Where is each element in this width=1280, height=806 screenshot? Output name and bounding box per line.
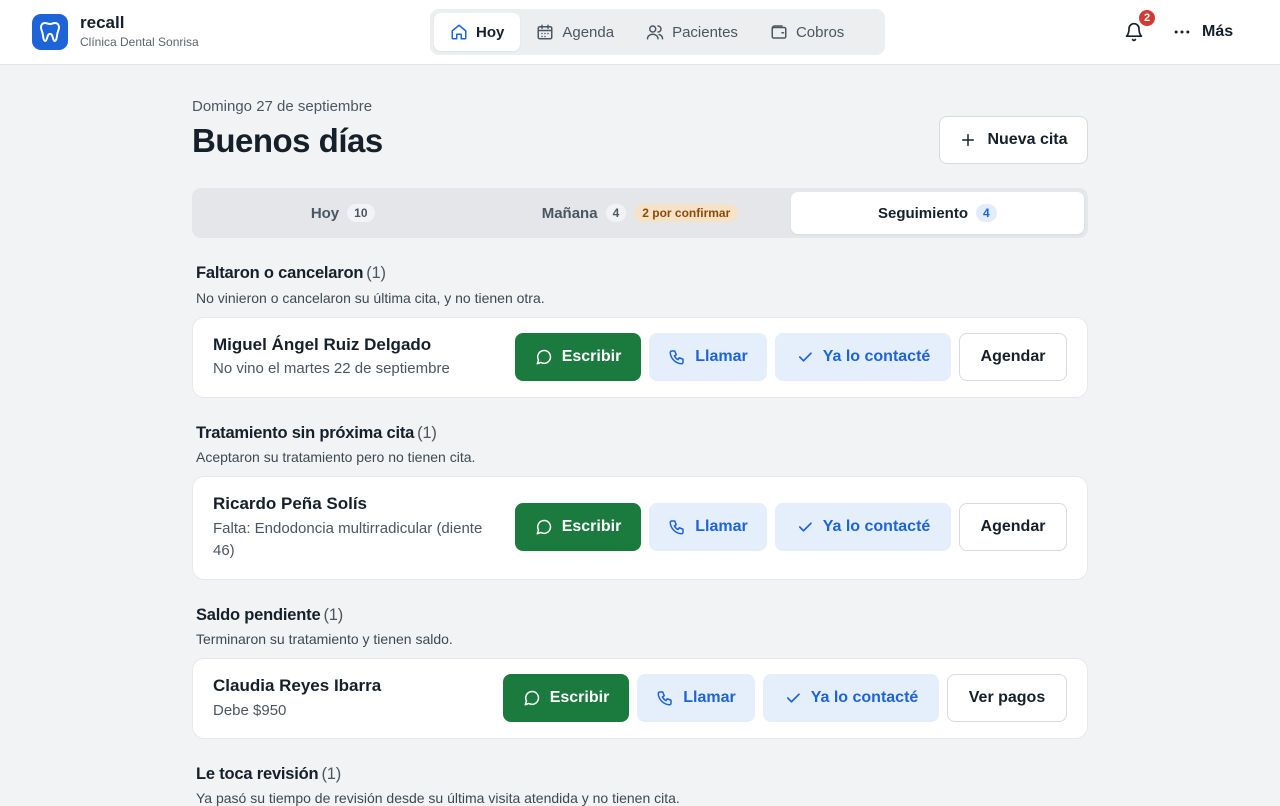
- nav-label: Agenda: [562, 23, 615, 41]
- main-nav: Hoy Agenda Pacientes Cobros: [430, 9, 885, 55]
- plus-icon: [962, 134, 975, 146]
- calendar-icon: [537, 24, 553, 40]
- section-count: (1): [366, 264, 386, 282]
- section-subtitle: Terminaron su tratamiento y tienen saldo…: [196, 631, 453, 647]
- nav-item-pacientes[interactable]: Pacientes: [630, 13, 754, 51]
- brand: recall Clínica Dental Sonrisa: [80, 13, 199, 50]
- page-title: Buenos días: [192, 122, 383, 159]
- section-title: Tratamiento sin próxima cita (1): [196, 424, 437, 442]
- phone-icon: [657, 691, 673, 706]
- section-title: Faltaron o cancelaron (1): [196, 264, 386, 282]
- home-icon: [451, 24, 467, 40]
- write-label: Escribir: [561, 348, 622, 365]
- patient-card: Miguel Ángel Ruiz Delgado No vino el mar…: [192, 317, 1088, 398]
- phone-icon: [669, 520, 685, 535]
- tab-label: Mañana: [541, 204, 598, 222]
- tab-count: 10: [347, 204, 375, 222]
- call-button[interactable]: Llamar: [649, 503, 767, 551]
- patient-detail: Debe $950: [213, 702, 287, 719]
- done-label: Ya lo contacté: [810, 689, 919, 706]
- call-label: Llamar: [695, 518, 748, 535]
- call-button[interactable]: Llamar: [649, 333, 767, 381]
- write-button[interactable]: Escribir: [515, 503, 641, 551]
- section-count: (1): [417, 424, 437, 442]
- tooth-logo-icon[interactable]: [32, 14, 68, 50]
- call-label: Llamar: [695, 348, 748, 365]
- schedule-label: Agendar: [980, 348, 1046, 365]
- tab-manana[interactable]: Mañana 4 2 por confirmar: [493, 192, 786, 234]
- top-bar: recall Clínica Dental Sonrisa Hoy Agenda…: [0, 0, 1280, 65]
- write-button[interactable]: Escribir: [515, 333, 641, 381]
- section-count: (1): [323, 606, 344, 624]
- patient-name[interactable]: Claudia Reyes Ibarra: [213, 676, 381, 696]
- phone-icon: [669, 350, 685, 365]
- mark-contacted-button[interactable]: Ya lo contacté: [775, 333, 951, 381]
- patient-card: Ricardo Peña Solís Falta: Endodoncia mul…: [192, 476, 1088, 580]
- check-icon: [798, 522, 812, 532]
- check-icon: [786, 693, 800, 703]
- more-label: Más: [1202, 23, 1234, 40]
- done-label: Ya lo contacté: [822, 348, 931, 365]
- check-icon: [798, 352, 812, 362]
- clinic-name: Clínica Dental Sonrisa: [80, 35, 199, 49]
- write-label: Escribir: [549, 689, 610, 706]
- section-title: Le toca revisión (1): [196, 765, 342, 783]
- tab-count: 4: [975, 204, 997, 222]
- tab-count: 4: [605, 204, 627, 222]
- section-subtitle: Aceptaron su tratamiento pero no tienen …: [196, 449, 476, 465]
- call-button[interactable]: Llamar: [637, 674, 755, 722]
- mark-contacted-button[interactable]: Ya lo contacté: [775, 503, 951, 551]
- more-dots-icon: [1174, 30, 1190, 34]
- view-payments-button[interactable]: Ver pagos: [947, 674, 1067, 722]
- nav-item-cobros[interactable]: Cobros: [754, 13, 860, 51]
- call-label: Llamar: [683, 689, 736, 706]
- chat-icon: [536, 349, 551, 365]
- tab-hoy[interactable]: Hoy 10: [196, 192, 489, 234]
- chat-icon: [524, 690, 539, 706]
- nav-label: Hoy: [476, 23, 505, 41]
- pending-confirmation-badge: 2 por confirmar: [634, 204, 739, 222]
- write-label: Escribir: [561, 518, 622, 535]
- patient-detail: No vino el martes 22 de septiembre: [213, 360, 450, 377]
- nav-item-hoy[interactable]: Hoy: [434, 13, 521, 51]
- done-label: Ya lo contacté: [822, 518, 931, 535]
- patient-name[interactable]: Miguel Ángel Ruiz Delgado: [213, 335, 431, 355]
- section-title: Saldo pendiente (1): [196, 606, 344, 624]
- new-appointment-label: Nueva cita: [987, 131, 1068, 148]
- notifications-badge: 2: [1137, 8, 1157, 28]
- new-appointment-button[interactable]: Nueva cita: [939, 116, 1088, 164]
- chat-icon: [536, 519, 551, 535]
- schedule-button[interactable]: Agendar: [959, 503, 1067, 551]
- tab-label: Seguimiento: [877, 204, 968, 222]
- section-subtitle: No vinieron o cancelaron su última cita,…: [196, 290, 545, 306]
- nav-label: Cobros: [795, 23, 845, 41]
- schedule-button[interactable]: Agendar: [959, 333, 1067, 381]
- section-count: (1): [321, 765, 342, 783]
- users-icon: [646, 25, 664, 40]
- tab-seguimiento[interactable]: Seguimiento 4: [790, 192, 1084, 234]
- day-tabs: Hoy 10 Mañana 4 2 por confirmar Seguimie…: [192, 188, 1088, 238]
- patient-card: Claudia Reyes Ibarra Debe $950 Escribir …: [192, 658, 1088, 739]
- tab-label: Hoy: [310, 204, 340, 222]
- mark-contacted-button[interactable]: Ya lo contacté: [763, 674, 939, 722]
- more-menu-button[interactable]: Más: [1172, 18, 1233, 46]
- nav-item-agenda[interactable]: Agenda: [520, 13, 630, 51]
- schedule-label: Agendar: [980, 518, 1046, 535]
- patient-detail: Falta: Endodoncia multirradicular (dient…: [213, 520, 483, 559]
- current-date: Domingo 27 de septiembre: [192, 98, 373, 115]
- view-payments-label: Ver pagos: [968, 689, 1046, 706]
- nav-label: Pacientes: [672, 23, 738, 41]
- wallet-icon: [771, 25, 787, 39]
- patient-name[interactable]: Ricardo Peña Solís: [213, 494, 367, 514]
- write-button[interactable]: Escribir: [503, 674, 629, 722]
- section-subtitle: Ya pasó su tiempo de revisión desde su ú…: [196, 790, 680, 806]
- app-name: recall: [80, 13, 125, 32]
